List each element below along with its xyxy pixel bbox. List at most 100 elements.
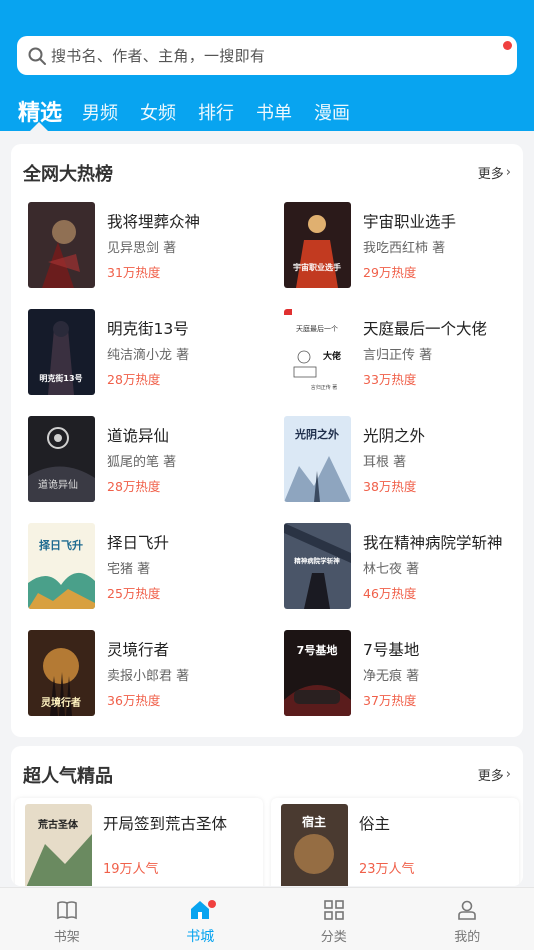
cover-title-line2: 大佬 bbox=[323, 350, 341, 362]
more-label: 更多 bbox=[477, 167, 504, 182]
profile-icon bbox=[458, 900, 477, 920]
nav-category[interactable]: 分类 bbox=[267, 888, 401, 950]
book-heat: 46万热度 bbox=[363, 586, 417, 601]
book-cover: 天庭最后一个大佬言归正传 著 bbox=[284, 309, 351, 395]
book-heat: 28万热度 bbox=[107, 372, 161, 387]
book-cover: 明克街13号 bbox=[28, 309, 95, 395]
book-cover: 择日飞升 bbox=[28, 523, 95, 609]
book-heat: 29万热度 bbox=[363, 265, 417, 280]
cover-title: 精神病院学斩神 bbox=[294, 556, 340, 565]
book-title: 灵境行者 bbox=[107, 641, 170, 659]
book-title: 天庭最后一个大佬 bbox=[363, 320, 488, 338]
more-link[interactable]: 更多 › bbox=[478, 765, 511, 784]
book-heat: 25万热度 bbox=[107, 586, 161, 601]
book-author: 狐尾的笔 著 bbox=[107, 455, 177, 470]
book-item[interactable]: 道诡异仙 道诡异仙 狐尾的笔 著 28万热度 bbox=[28, 416, 268, 504]
cover-title: 光阴之外 bbox=[294, 427, 339, 441]
book-cover: 宿主 bbox=[281, 804, 348, 886]
book-author: 宅猪 著 bbox=[107, 562, 151, 577]
book-author: 耳根 著 bbox=[363, 455, 407, 470]
book-item[interactable]: 我将埋葬众神 见异思剑 著 31万热度 bbox=[28, 202, 268, 290]
book-cover bbox=[28, 202, 95, 288]
category-tabs: 精选 男频 女频 排行 书单 漫画 bbox=[18, 88, 372, 128]
book-author: 卖报小郎君 著 bbox=[107, 669, 190, 684]
nav-label: 书城 bbox=[186, 929, 215, 945]
cover-title: 宇宙职业选手 bbox=[293, 262, 341, 272]
cover-author: 言归正传 著 bbox=[311, 384, 338, 391]
more-link[interactable]: 更多 › bbox=[478, 163, 511, 182]
category-icon bbox=[323, 900, 344, 920]
book-item[interactable]: 灵境行者 灵境行者 卖报小郎君 著 36万热度 bbox=[28, 630, 268, 718]
tab-male[interactable]: 男频 bbox=[82, 100, 118, 128]
book-cover: 道诡异仙 bbox=[28, 416, 95, 502]
book-author: 我吃西红柿 著 bbox=[363, 241, 446, 256]
book-popularity: 23万人气 bbox=[359, 862, 415, 877]
book-title: 宇宙职业选手 bbox=[363, 213, 457, 231]
search-icon bbox=[28, 47, 46, 65]
nav-label: 书架 bbox=[53, 930, 80, 945]
cover-title: 宿主 bbox=[302, 814, 326, 829]
book-popularity: 19万人气 bbox=[103, 862, 159, 877]
popular-book-item[interactable]: 荒古圣体 开局签到荒古圣体 19万人气 bbox=[15, 798, 263, 886]
book-title: 我在精神病院学斩神 bbox=[363, 534, 503, 552]
bottom-nav: 书架 书城 分类 我的 bbox=[0, 887, 534, 950]
nav-label: 分类 bbox=[320, 930, 347, 945]
cover-title: 7号基地 bbox=[297, 643, 338, 657]
book-heat: 37万热度 bbox=[363, 693, 417, 708]
cover-title: 荒古圣体 bbox=[37, 818, 79, 831]
cover-title: 灵境行者 bbox=[41, 696, 81, 709]
tab-booklist[interactable]: 书单 bbox=[256, 100, 292, 128]
book-author: 言归正传 著 bbox=[363, 348, 433, 363]
cover-title-line1: 天庭最后一个 bbox=[296, 324, 338, 333]
book-title: 俗主 bbox=[359, 815, 391, 833]
section-title: 超人气精品 bbox=[23, 766, 113, 787]
cover-title: 择日飞升 bbox=[39, 538, 83, 552]
book-item[interactable]: 7号基地 7号基地 净无痕 著 37万热度 bbox=[284, 630, 524, 718]
book-title: 光阴之外 bbox=[363, 427, 426, 445]
tab-comics[interactable]: 漫画 bbox=[314, 100, 350, 128]
book-item[interactable]: 精神病院学斩神 我在精神病院学斩神 林七夜 著 46万热度 bbox=[284, 523, 524, 611]
book-title: 道诡异仙 bbox=[107, 427, 170, 445]
book-title: 开局签到荒古圣体 bbox=[103, 815, 228, 833]
book-heat: 31万热度 bbox=[107, 265, 161, 280]
hot-ranking-section: 全网大热榜 更多 › 我将埋葬众神 见异思剑 著 31万热度 宇宙职业选手 宇宙职… bbox=[11, 144, 523, 737]
book-item[interactable]: 择日飞升 择日飞升 宅猪 著 25万热度 bbox=[28, 523, 268, 611]
top-header: 搜书名、作者、主角，一搜即有 精选 男频 女频 排行 书单 漫画 bbox=[0, 0, 534, 131]
nav-store[interactable]: 书城 bbox=[134, 888, 268, 950]
notification-dot bbox=[207, 900, 216, 908]
book-title: 明克街13号 bbox=[107, 320, 189, 338]
book-heat: 36万热度 bbox=[107, 693, 161, 708]
book-item[interactable]: 宇宙职业选手 宇宙职业选手 我吃西红柿 著 29万热度 bbox=[284, 202, 524, 290]
book-item[interactable]: 光阴之外 光阴之外 耳根 著 38万热度 bbox=[284, 416, 524, 504]
active-tab-indicator bbox=[30, 122, 48, 131]
chevron-right-icon: › bbox=[505, 767, 511, 782]
chevron-right-icon: › bbox=[505, 165, 511, 180]
book-item[interactable]: 天庭最后一个 大佬 言归正传 著 天庭最后一个大佬 言归正传 著 33万热度 bbox=[284, 309, 524, 397]
cover-title: 明克街13号 bbox=[39, 373, 82, 383]
book-cover: 7号基地 bbox=[284, 630, 351, 716]
book-author: 纯洁滴小龙 著 bbox=[107, 348, 190, 363]
cover-title: 道诡异仙 bbox=[38, 478, 78, 491]
tab-female[interactable]: 女频 bbox=[140, 100, 176, 128]
book-author: 林七夜 著 bbox=[363, 562, 420, 577]
search-bar[interactable]: 搜书名、作者、主角，一搜即有 bbox=[17, 36, 517, 75]
popular-book-item[interactable]: 宿主 俗主 23万人气 bbox=[271, 798, 519, 886]
book-cover: 灵境行者 bbox=[28, 630, 95, 716]
book-cover: 光阴之外 bbox=[284, 416, 351, 502]
section-title: 全网大热榜 bbox=[23, 164, 113, 185]
popular-section: 超人气精品 更多 › 荒古圣体 开局签到荒古圣体 19万人气 宿主 俗主 23万人… bbox=[11, 746, 523, 886]
tab-ranking[interactable]: 排行 bbox=[198, 100, 234, 128]
book-heat: 33万热度 bbox=[363, 372, 417, 387]
nav-bookshelf[interactable]: 书架 bbox=[0, 888, 134, 950]
nav-profile[interactable]: 我的 bbox=[401, 888, 534, 950]
book-author: 见异思剑 著 bbox=[107, 241, 177, 256]
book-cover: 荒古圣体 bbox=[25, 804, 92, 886]
search-placeholder: 搜书名、作者、主角，一搜即有 bbox=[51, 47, 266, 65]
book-heat: 28万热度 bbox=[107, 479, 161, 494]
nav-label: 我的 bbox=[454, 930, 481, 945]
book-cover: 精神病院学斩神 bbox=[284, 523, 351, 609]
more-label: 更多 bbox=[477, 769, 504, 784]
book-title: 我将埋葬众神 bbox=[107, 213, 201, 231]
book-item[interactable]: 明克街13号 明克街13号 纯洁滴小龙 著 28万热度 bbox=[28, 309, 268, 397]
book-heat: 38万热度 bbox=[363, 479, 417, 494]
